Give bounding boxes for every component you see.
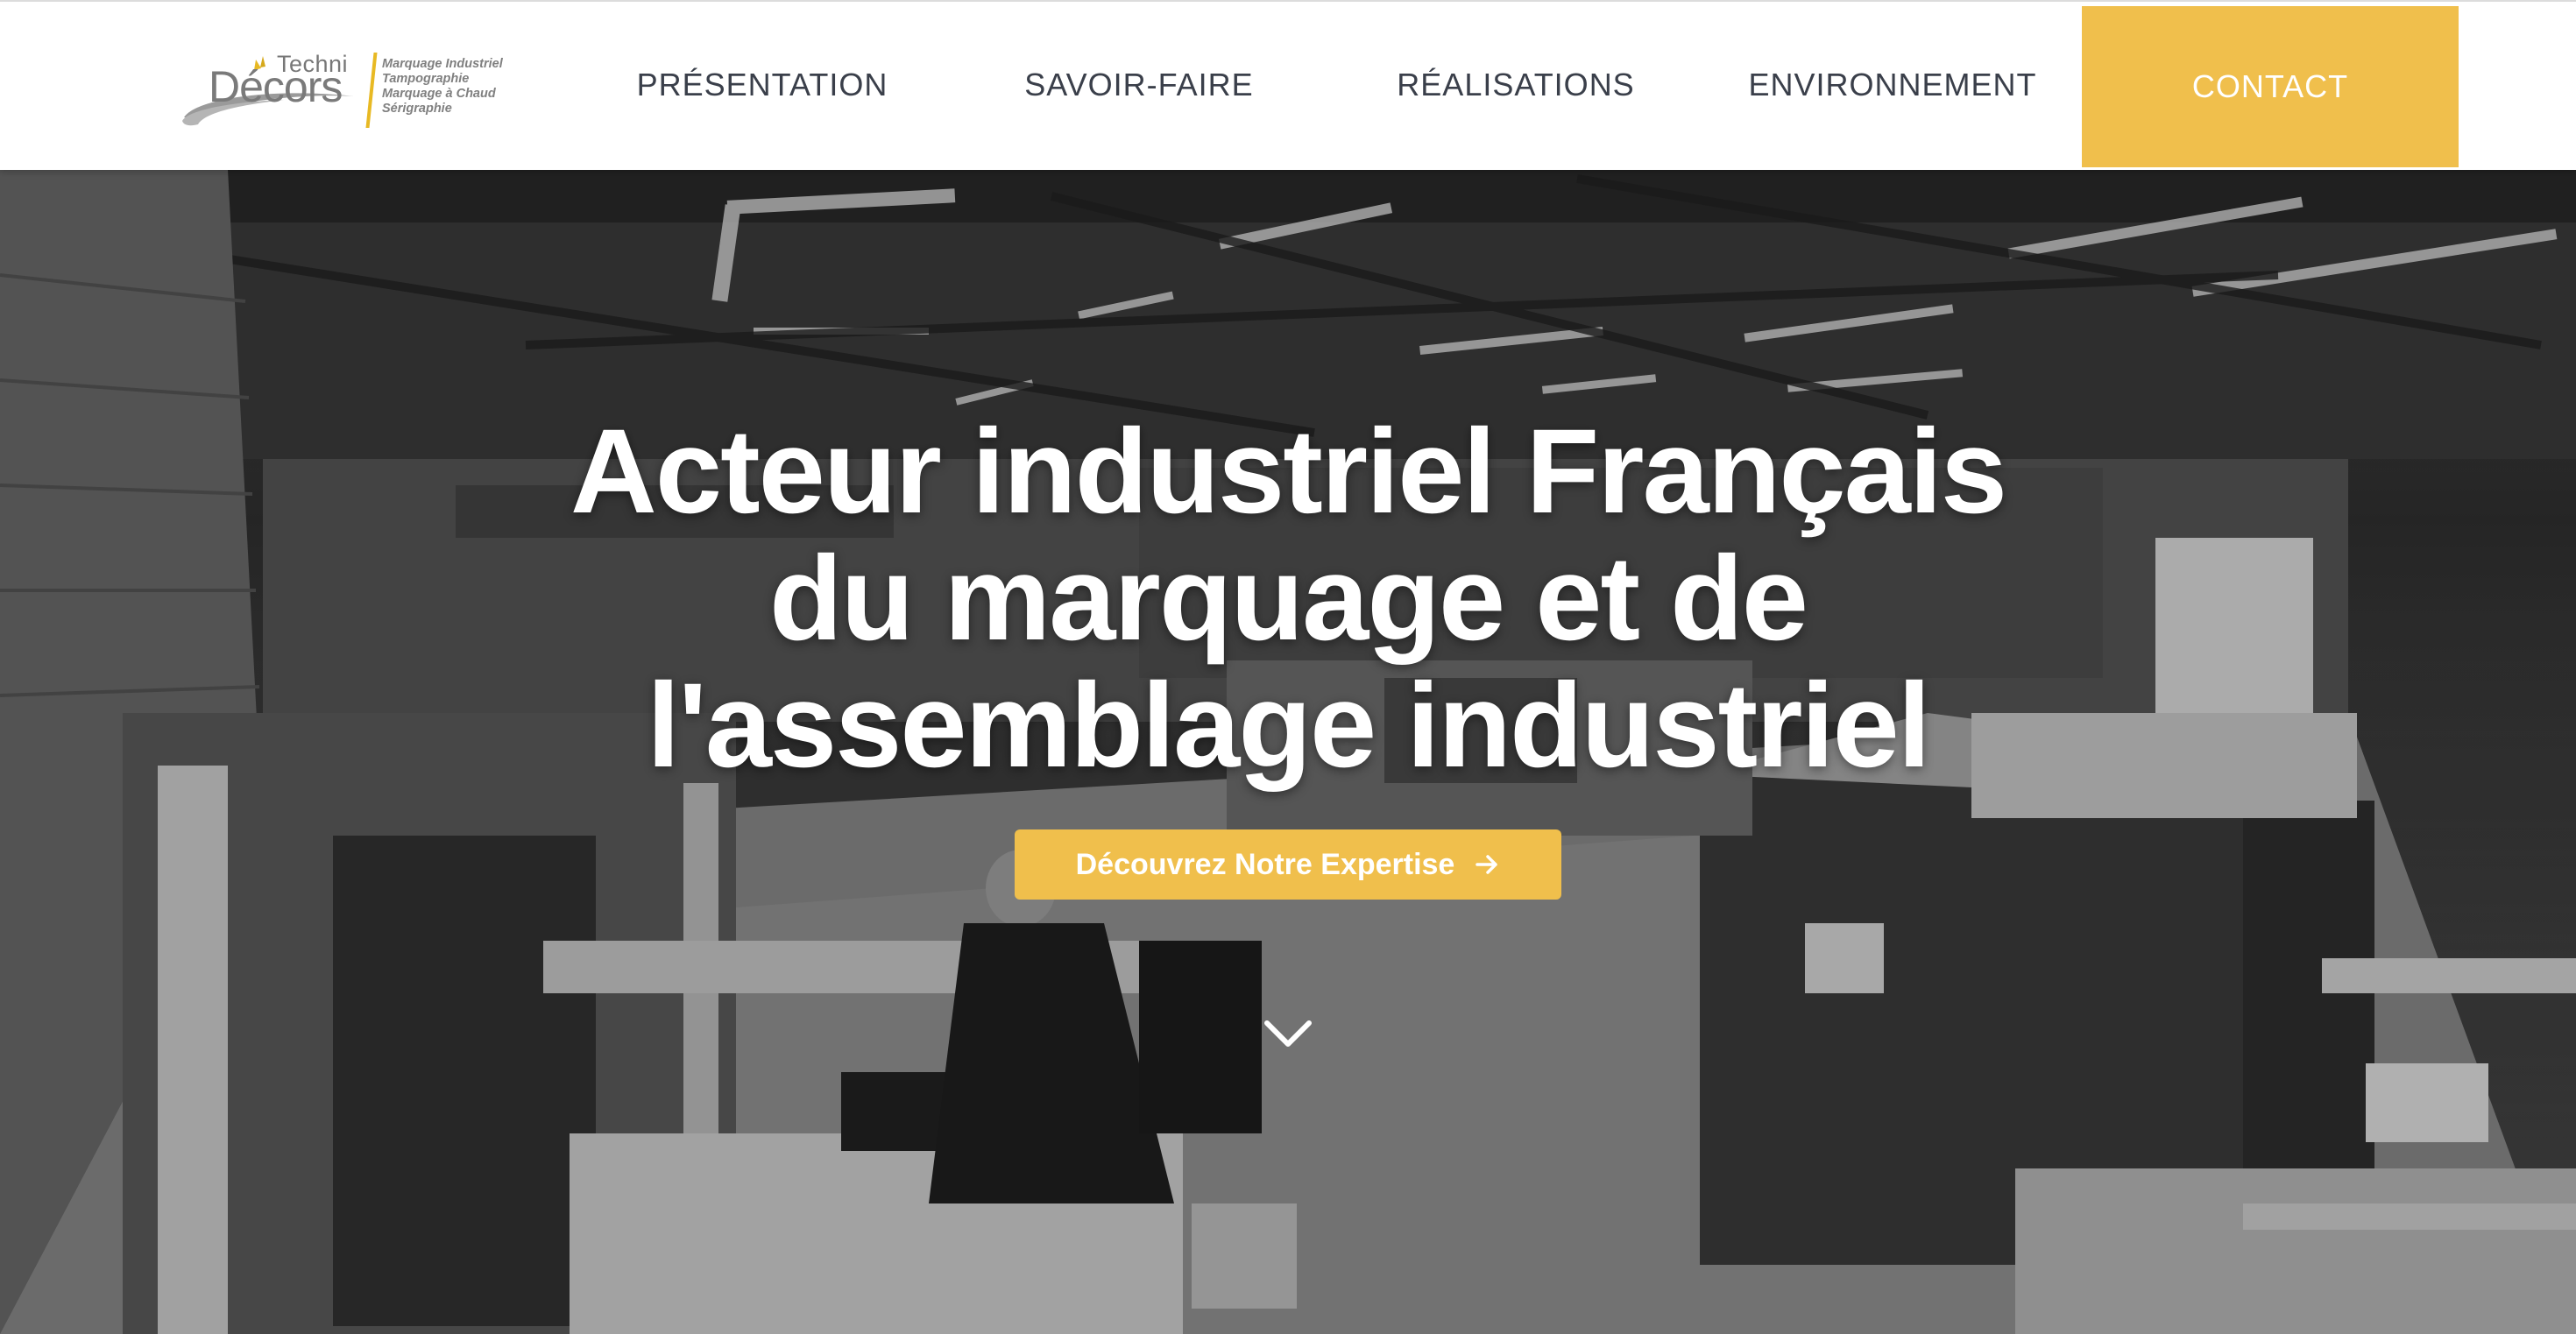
hero-title: Acteur industriel Français du marquage e…: [324, 408, 2252, 789]
arrow-right-icon: [1476, 855, 1498, 874]
nav-item-realisations[interactable]: RÉALISATIONS: [1384, 67, 1647, 107]
discover-expertise-button[interactable]: Découvrez Notre Expertise: [1015, 829, 1561, 900]
nav-contact-button[interactable]: CONTACT: [2082, 6, 2459, 167]
nav-item-presentation[interactable]: PRÉSENTATION: [629, 67, 895, 107]
hero-title-line: l'assemblage industriel: [647, 659, 1931, 793]
hero-title-line: Acteur industriel Français: [570, 405, 2007, 539]
hero-title-line: du marquage et de: [768, 532, 1808, 666]
chevron-down-icon[interactable]: [1263, 1016, 1313, 1051]
hero-section: Acteur industriel Français du marquage e…: [0, 170, 2576, 1334]
cta-label: Découvrez Notre Expertise: [1075, 847, 1455, 881]
site-header: Techni Décors Marquage Industriel Tampog…: [0, 0, 2576, 170]
nav-item-environnement[interactable]: ENVIRONNEMENT: [1744, 67, 2042, 107]
main-nav: PRÉSENTATION SAVOIR-FAIRE RÉALISATIONS E…: [0, 2, 2576, 172]
nav-item-savoir-faire[interactable]: SAVOIR-FAIRE: [1008, 67, 1270, 107]
